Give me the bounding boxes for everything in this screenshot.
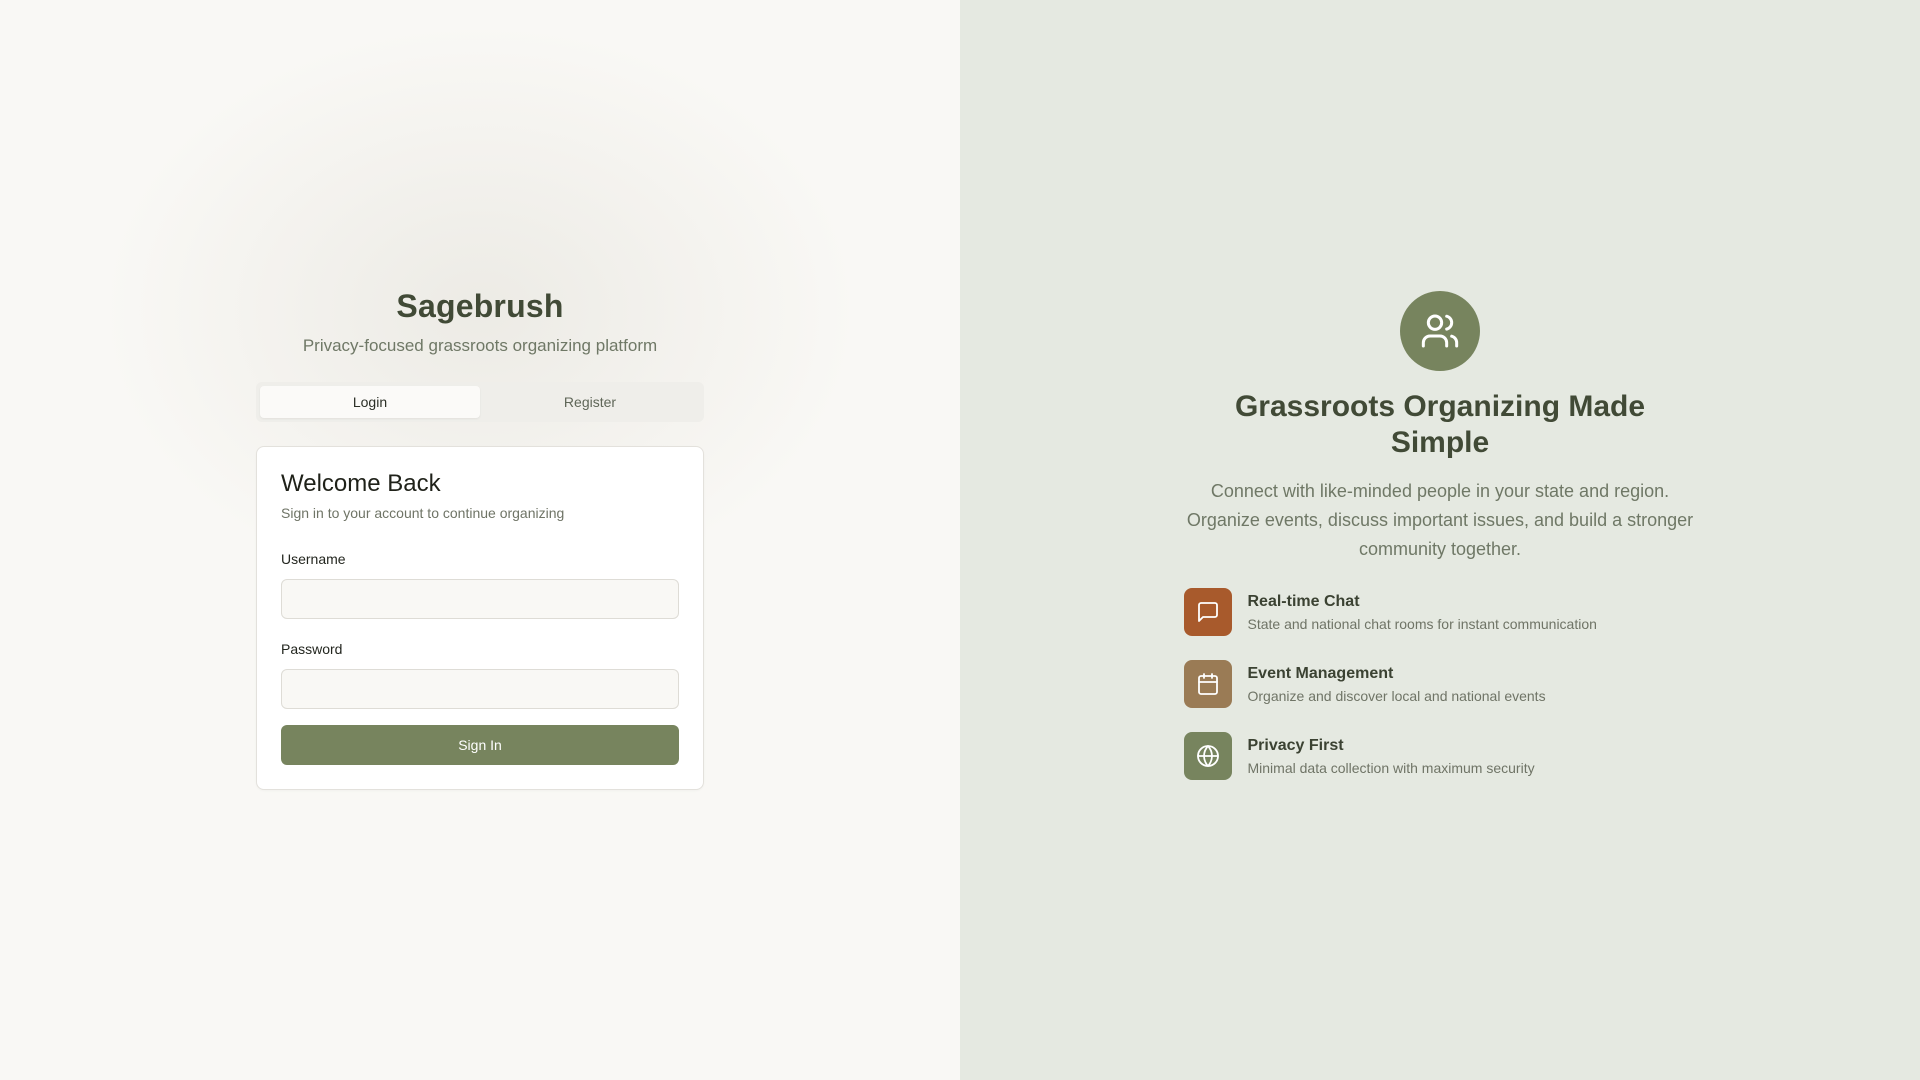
password-label: Password bbox=[281, 641, 343, 657]
feature-description: Organize and discover local and national… bbox=[1247, 687, 1546, 704]
tab-login[interactable]: Login bbox=[260, 386, 480, 418]
username-label: Username bbox=[281, 551, 346, 567]
message-square-icon bbox=[1183, 588, 1232, 636]
feature-list: Real-time Chat State and national chat r… bbox=[1183, 588, 1697, 804]
tab-register[interactable]: Register bbox=[480, 386, 700, 418]
info-panel: Grassroots Organizing Made Simple Connec… bbox=[960, 0, 1920, 1080]
feature-text: Privacy First Minimal data collection wi… bbox=[1248, 735, 1535, 778]
users-icon bbox=[1400, 291, 1480, 371]
card-title: Welcome Back bbox=[281, 470, 441, 497]
feature-title: Real-time Chat bbox=[1247, 592, 1360, 610]
brand-subtitle: Privacy-focused grassroots organizing pl… bbox=[302, 336, 658, 355]
feature-description: Minimal data collection with maximum sec… bbox=[1247, 759, 1535, 776]
feature-title: Privacy First bbox=[1247, 736, 1344, 754]
hero-description: Connect with like-minded people in your … bbox=[1186, 481, 1694, 559]
auth-container: Sagebrush Privacy-focused grassroots org… bbox=[256, 286, 704, 1080]
page: Sagebrush Privacy-focused grassroots org… bbox=[0, 0, 1920, 1080]
info-container: Grassroots Organizing Made Simple Connec… bbox=[1180, 291, 1700, 1080]
auth-panel: Sagebrush Privacy-focused grassroots org… bbox=[0, 0, 960, 1080]
password-input[interactable] bbox=[281, 669, 679, 709]
feature-text: Real-time Chat State and national chat r… bbox=[1248, 591, 1597, 634]
sign-in-button[interactable]: Sign In bbox=[281, 725, 679, 765]
username-input[interactable] bbox=[281, 579, 679, 619]
feature-title: Event Management bbox=[1247, 664, 1394, 682]
feature-item-events: Event Management Organize and discover l… bbox=[1183, 660, 1697, 708]
calendar-icon bbox=[1183, 660, 1232, 708]
feature-item-privacy: Privacy First Minimal data collection wi… bbox=[1183, 732, 1697, 780]
auth-tabs: Login Register bbox=[256, 382, 704, 422]
card-subtitle: Sign in to your account to continue orga… bbox=[281, 505, 565, 521]
login-card: Welcome Back Sign in to your account to … bbox=[256, 446, 704, 790]
hero-title: Grassroots Organizing Made Simple bbox=[1234, 390, 1646, 459]
feature-description: State and national chat rooms for instan… bbox=[1247, 615, 1597, 632]
brand-title: Sagebrush bbox=[396, 288, 564, 324]
globe-icon bbox=[1183, 732, 1232, 780]
feature-text: Event Management Organize and discover l… bbox=[1248, 663, 1546, 706]
feature-item-chat: Real-time Chat State and national chat r… bbox=[1183, 588, 1697, 636]
